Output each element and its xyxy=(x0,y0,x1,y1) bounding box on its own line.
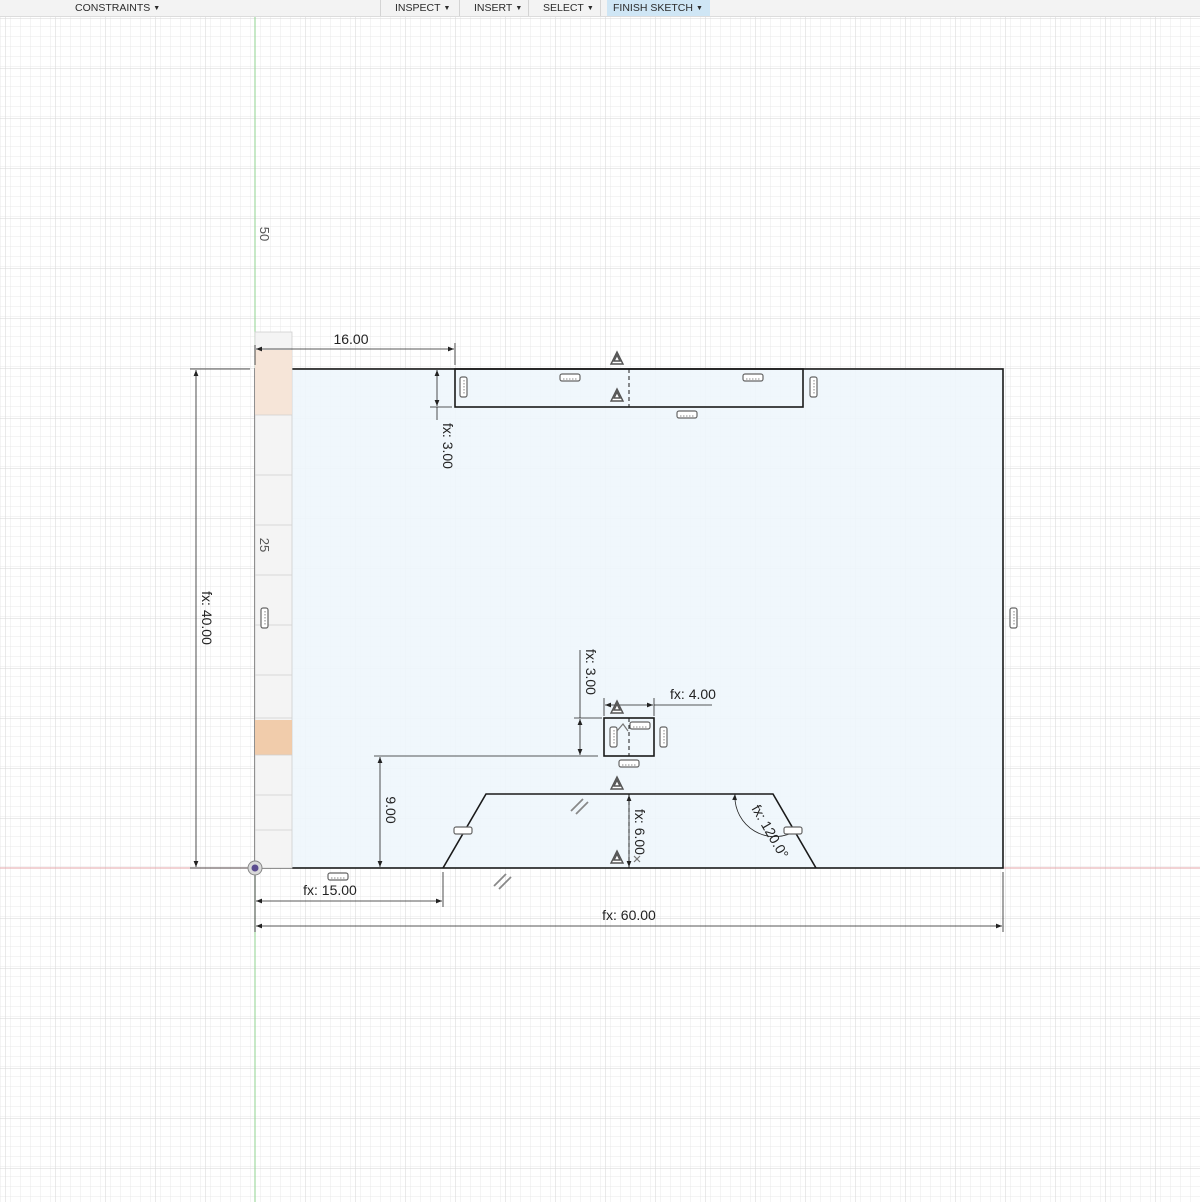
dimension-square-height-label[interactable]: fx: 3.00 xyxy=(583,649,599,695)
insert-menu[interactable]: INSERT ▼ xyxy=(468,0,528,16)
finish-sketch-label: FINISH SKETCH xyxy=(613,2,693,14)
inspect-label: INSPECT xyxy=(395,2,441,14)
sketch-toolbar: CONSTRAINTS ▼ INSPECT ▼ INSERT ▼ SELECT ▼ FI… xyxy=(0,0,1200,17)
vertical-constraint-icon[interactable] xyxy=(260,607,269,629)
dimension-square-width-label[interactable]: fx: 4.00 xyxy=(670,686,716,702)
dimension-center-offset-label[interactable]: 9.00 xyxy=(383,796,399,823)
sketch-canvas[interactable]: 50 25 16.00 fx: 3.00 fx: 40.00 fx: 3.00 xyxy=(0,16,1200,1202)
ruler-label-50: 50 xyxy=(257,227,272,241)
toolbar-divider xyxy=(600,0,601,16)
equal-constraint-icon[interactable] xyxy=(453,826,473,835)
select-menu[interactable]: SELECT ▼ xyxy=(537,0,600,16)
horizontal-constraint-icon[interactable] xyxy=(559,373,581,382)
dimension-bottom-offset-label[interactable]: fx: 15.00 xyxy=(303,882,357,898)
caret-down-icon: ▼ xyxy=(695,5,703,12)
toolbar-divider xyxy=(528,0,529,16)
vertical-constraint-icon[interactable] xyxy=(459,376,468,398)
dimension-overall-width-label[interactable]: fx: 60.00 xyxy=(602,907,656,923)
horizontal-constraint-icon[interactable] xyxy=(618,759,640,768)
dimension-slot-height-label[interactable]: fx: 3.00 xyxy=(440,423,456,469)
horizontal-constraint-icon[interactable] xyxy=(676,410,698,419)
select-label: SELECT xyxy=(543,2,584,14)
equal-constraint-icon[interactable] xyxy=(783,826,803,835)
dimension-overall-height-label[interactable]: fx: 40.00 xyxy=(199,591,215,645)
caret-down-icon: ▼ xyxy=(443,5,451,12)
caret-down-icon: ▼ xyxy=(586,5,594,12)
sketch-profile-rectangle[interactable] xyxy=(254,368,1004,869)
horizontal-constraint-icon[interactable] xyxy=(742,373,764,382)
ruler-strip xyxy=(254,331,293,869)
constraints-menu[interactable]: CONSTRAINTS ▼ xyxy=(69,0,166,16)
caret-down-icon: ▼ xyxy=(153,5,161,12)
ruler-label-25: 25 xyxy=(257,538,272,552)
horizontal-constraint-icon[interactable] xyxy=(327,872,349,881)
origin-icon[interactable] xyxy=(247,860,263,876)
toolbar-divider xyxy=(459,0,460,16)
dimension-top-offset-label[interactable]: 16.00 xyxy=(333,331,368,347)
insert-label: INSERT xyxy=(474,2,513,14)
dimension-trapezoid-height-label[interactable]: fx: 6.00 xyxy=(632,809,648,855)
inspect-menu[interactable]: INSPECT ▼ xyxy=(389,0,456,16)
vertical-constraint-icon[interactable] xyxy=(609,726,618,748)
finish-sketch-menu[interactable]: FINISH SKETCH ▼ xyxy=(607,0,710,16)
vertical-constraint-icon[interactable] xyxy=(659,726,668,748)
caret-down-icon: ▼ xyxy=(515,5,523,12)
toolbar-divider xyxy=(380,0,381,16)
vertical-constraint-icon[interactable] xyxy=(809,376,818,398)
vertical-constraint-icon[interactable] xyxy=(1009,607,1018,629)
constraints-label: CONSTRAINTS xyxy=(75,2,151,14)
horizontal-constraint-icon[interactable] xyxy=(629,721,651,730)
